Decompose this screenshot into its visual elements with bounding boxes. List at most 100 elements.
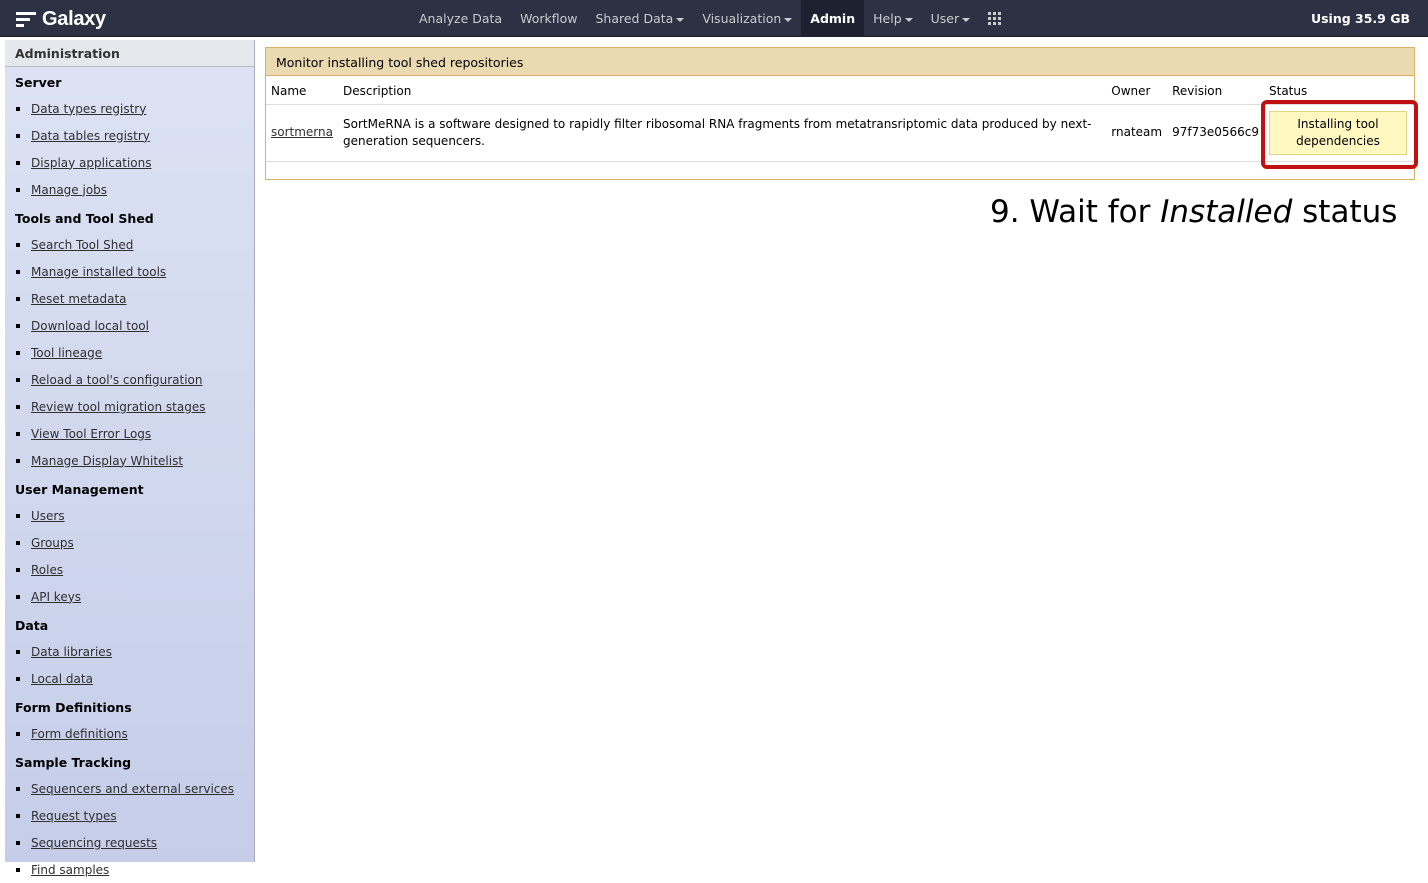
- caret-down-icon: [784, 17, 793, 22]
- cell-name: sortmerna: [266, 104, 338, 162]
- menu-link[interactable]: Roles: [31, 563, 63, 577]
- menu-link[interactable]: Review tool migration stages: [31, 400, 205, 414]
- bullet-icon: [16, 431, 20, 436]
- menu-item: API keys: [5, 583, 254, 610]
- menu-link[interactable]: Data libraries: [31, 645, 112, 659]
- nav-label: Help: [873, 11, 902, 26]
- nav-admin[interactable]: Admin: [801, 0, 865, 37]
- bullet-icon: [16, 133, 20, 138]
- menu-item: Search Tool Shed: [5, 231, 254, 258]
- menu-link[interactable]: Reset metadata: [31, 292, 127, 306]
- nav-label: User: [930, 11, 960, 26]
- nav-shared-data[interactable]: Shared Data: [586, 0, 693, 37]
- form-footer: [266, 162, 1414, 179]
- instruction-annotation: 9. Wait for Installed status: [990, 194, 1397, 230]
- menu-link[interactable]: Sequencers and external services: [31, 782, 234, 796]
- menu-link[interactable]: Download local tool: [31, 319, 149, 333]
- menu-link[interactable]: Sequencing requests: [31, 836, 157, 850]
- repositories-table: Name Description Owner Revision Status s…: [266, 76, 1414, 162]
- menu-item: Find samples: [5, 856, 254, 883]
- bullet-icon: [16, 296, 20, 301]
- menu-link[interactable]: Find samples: [31, 863, 109, 877]
- nav-scratchbook[interactable]: [979, 0, 1010, 37]
- nav-visualization[interactable]: Visualization: [693, 0, 801, 37]
- menu-link[interactable]: Local data: [31, 672, 93, 686]
- nav-label: Workflow: [520, 11, 578, 26]
- admin-left-panel: Administration Server Data types registry…: [5, 40, 255, 877]
- bullet-icon: [16, 269, 20, 274]
- quota-meter: Using 35.9 GB: [1310, 11, 1410, 26]
- admin-menu: Server Data types registry Data tables reg…: [5, 71, 254, 883]
- bullet-icon: [16, 377, 20, 382]
- menu-link[interactable]: Data types registry: [31, 102, 146, 116]
- menu-section: Server Data types registry Data tables reg…: [5, 71, 254, 203]
- monitor-form: Monitor installing tool shed repositorie…: [265, 47, 1415, 180]
- col-revision: Revision: [1167, 76, 1264, 105]
- form-title: Monitor installing tool shed repositorie…: [266, 48, 1414, 76]
- section-title: User Management: [15, 482, 144, 497]
- section-title: Server: [15, 75, 62, 90]
- bullet-icon: [16, 513, 20, 518]
- bullet-icon: [16, 676, 20, 681]
- menu-item: Manage Display Whitelist: [5, 447, 254, 474]
- caret-down-icon: [904, 17, 913, 22]
- panel-header: Administration: [5, 40, 254, 67]
- menu-link[interactable]: Display applications: [31, 156, 152, 170]
- caret-down-icon: [676, 17, 685, 22]
- bullet-icon: [16, 867, 20, 872]
- bullet-icon: [16, 187, 20, 192]
- bullet-icon: [16, 567, 20, 572]
- masthead: Galaxy Analyze Data Workflow Shared Data…: [0, 0, 1428, 37]
- menu-item: Display applications: [5, 149, 254, 176]
- section-title: Data: [15, 618, 49, 633]
- menu-item: Reload a tool's configuration: [5, 366, 254, 393]
- annotation-suffix: status: [1292, 194, 1398, 230]
- nav-analyze-data[interactable]: Analyze Data: [410, 0, 511, 37]
- menu-link[interactable]: Data tables registry: [31, 129, 150, 143]
- menu-section: User Management Users Groups Roles API keys: [5, 478, 254, 610]
- nav-user[interactable]: User: [922, 0, 980, 37]
- annotation-emphasis: Installed: [1160, 194, 1293, 230]
- menu-link[interactable]: Users: [31, 509, 65, 523]
- menu-link[interactable]: Form definitions: [31, 727, 128, 741]
- cell-owner: rnateam: [1106, 104, 1168, 162]
- menu-link[interactable]: Manage installed tools: [31, 265, 166, 279]
- section-title: Form Definitions: [15, 700, 132, 715]
- caret-down-icon: [962, 17, 971, 22]
- menu-section: Data Data libraries Local data: [5, 614, 254, 692]
- nav-label: Shared Data: [595, 11, 674, 26]
- menu-item: Roles: [5, 556, 254, 583]
- bullet-icon: [16, 106, 20, 111]
- nav-workflow[interactable]: Workflow: [511, 0, 586, 37]
- bullet-icon: [16, 540, 20, 545]
- col-owner: Owner: [1106, 76, 1168, 105]
- bullet-icon: [16, 160, 20, 165]
- menu-link[interactable]: Manage jobs: [31, 183, 107, 197]
- brand-title: Galaxy: [42, 7, 106, 30]
- menu-link[interactable]: Search Tool Shed: [31, 238, 133, 252]
- menu-link[interactable]: Request types: [31, 809, 117, 823]
- menu-item: Data libraries: [5, 638, 254, 665]
- menu-item: Data tables registry: [5, 122, 254, 149]
- menu-link[interactable]: Manage Display Whitelist: [31, 454, 183, 468]
- menu-item: Local data: [5, 665, 254, 692]
- col-description: Description: [338, 76, 1107, 105]
- bullet-icon: [16, 404, 20, 409]
- nav-help[interactable]: Help: [864, 0, 922, 37]
- menu-link[interactable]: API keys: [31, 590, 81, 604]
- menu-item: Request types: [5, 802, 254, 829]
- menu-link[interactable]: Groups: [31, 536, 74, 550]
- col-name: Name: [266, 76, 338, 105]
- menu-link[interactable]: Tool lineage: [31, 346, 102, 360]
- menu-section: Tools and Tool Shed Search Tool Shed Manag…: [5, 207, 254, 474]
- grid-icon: [988, 12, 1002, 25]
- menu-link[interactable]: View Tool Error Logs: [31, 427, 151, 441]
- bullet-icon: [16, 649, 20, 654]
- menu-link[interactable]: Reload a tool's configuration: [31, 373, 203, 387]
- brand[interactable]: Galaxy: [16, 7, 106, 31]
- section-title: Tools and Tool Shed: [15, 211, 154, 226]
- table-row: sortmerna SortMeRNA is a software design…: [266, 104, 1414, 162]
- repository-link[interactable]: sortmerna: [271, 125, 333, 139]
- menu-section: Form Definitions Form definitions: [5, 696, 254, 747]
- bullet-icon: [16, 840, 20, 845]
